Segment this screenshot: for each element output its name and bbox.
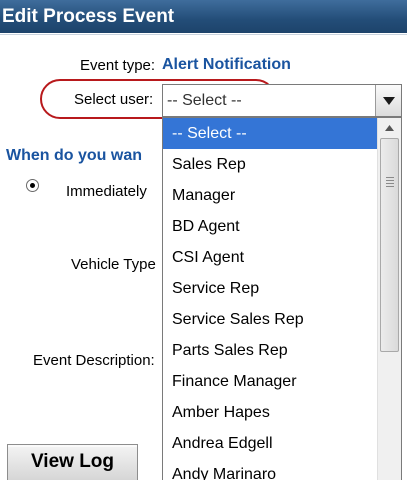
dropdown-scrollbar[interactable]: [377, 118, 401, 480]
select-user-options-list[interactable]: -- Select -- Sales Rep Manager BD Agent CSI …: [162, 117, 402, 480]
section-heading: When do you wan: [6, 147, 142, 164]
event-type-label: Event type:: [80, 57, 156, 74]
dropdown-option[interactable]: Parts Sales Rep: [163, 335, 377, 366]
dropdown-option[interactable]: Service Sales Rep: [163, 304, 377, 335]
immediately-radio[interactable]: [26, 179, 39, 192]
dropdown-option[interactable]: Sales Rep: [163, 149, 377, 180]
chevron-down-icon: [382, 96, 395, 105]
event-description-label: Event Description:: [33, 352, 155, 369]
scroll-grip-line: [386, 183, 394, 184]
event-type-value: Alert Notification: [162, 56, 291, 73]
dropdown-option[interactable]: Andrea Edgell: [163, 428, 377, 459]
options-container: -- Select -- Sales Rep Manager BD Agent CSI …: [163, 118, 377, 480]
window-title: Edit Process Event: [0, 0, 407, 33]
scroll-grip-line: [386, 180, 394, 181]
dropdown-option[interactable]: BD Agent: [163, 211, 377, 242]
dropdown-option[interactable]: Amber Hapes: [163, 397, 377, 428]
dropdown-toggle-button[interactable]: [375, 85, 401, 116]
select-user-label: Select user:: [74, 91, 154, 108]
dropdown-option[interactable]: Andy Marinaro: [163, 459, 377, 480]
title-divider: [0, 34, 407, 35]
dropdown-option[interactable]: CSI Agent: [163, 242, 377, 273]
scroll-thumb[interactable]: [380, 138, 399, 352]
immediately-label: Immediately: [66, 183, 147, 200]
scroll-up-button[interactable]: [378, 118, 401, 138]
scroll-grip-line: [386, 177, 394, 178]
chevron-up-icon: [385, 125, 394, 131]
dropdown-option[interactable]: -- Select --: [163, 118, 377, 149]
view-log-button[interactable]: View Log: [7, 444, 138, 480]
dropdown-option[interactable]: Finance Manager: [163, 366, 377, 397]
dropdown-option[interactable]: Service Rep: [163, 273, 377, 304]
vehicle-type-label: Vehicle Type: [71, 256, 156, 273]
select-user-current-value: -- Select --: [167, 92, 242, 109]
scroll-grip-line: [386, 186, 394, 187]
dropdown-option[interactable]: Manager: [163, 180, 377, 211]
select-user-dropdown[interactable]: -- Select --: [162, 84, 402, 117]
